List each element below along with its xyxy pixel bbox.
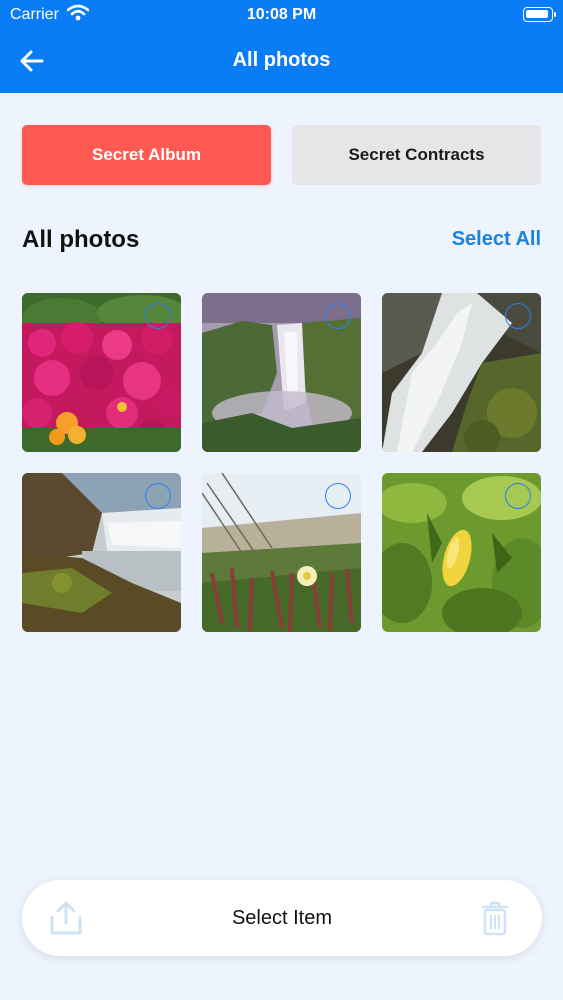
tab-secret-contracts[interactable]: Secret Contracts	[292, 125, 541, 185]
select-circle[interactable]	[325, 483, 351, 509]
bottom-action-bar: Select Item	[22, 880, 542, 956]
trash-icon[interactable]	[479, 900, 511, 936]
section-title: All photos	[22, 226, 140, 253]
photo-thumbnail-pink-flowers[interactable]	[22, 293, 181, 452]
select-circle[interactable]	[505, 483, 531, 509]
photo-thumbnail-coastal-wildflower[interactable]	[202, 473, 361, 632]
photo-thumbnail-waterfall-cliff[interactable]	[202, 293, 361, 452]
photo-thumbnail-waterfall-rocks[interactable]	[382, 293, 541, 452]
select-circle[interactable]	[145, 483, 171, 509]
select-item-label: Select Item	[231, 907, 333, 929]
status-time: 10:08 PM	[246, 6, 317, 23]
tab-secret-album[interactable]: Secret Album	[22, 125, 271, 185]
select-circle[interactable]	[145, 303, 171, 329]
navigation-bar: Carrier 10:08 PM All photos	[0, 0, 563, 93]
select-circle[interactable]	[325, 303, 351, 329]
photo-thumbnail-waterfall-lake[interactable]	[22, 473, 181, 632]
status-bar: Carrier 10:08 PM	[0, 0, 563, 30]
battery-icon	[523, 7, 556, 22]
select-all-button[interactable]: Select All	[452, 228, 541, 251]
photo-thumbnail-lemon-tree[interactable]	[382, 473, 541, 632]
select-circle[interactable]	[505, 303, 531, 329]
page-title: All photos	[232, 49, 331, 71]
